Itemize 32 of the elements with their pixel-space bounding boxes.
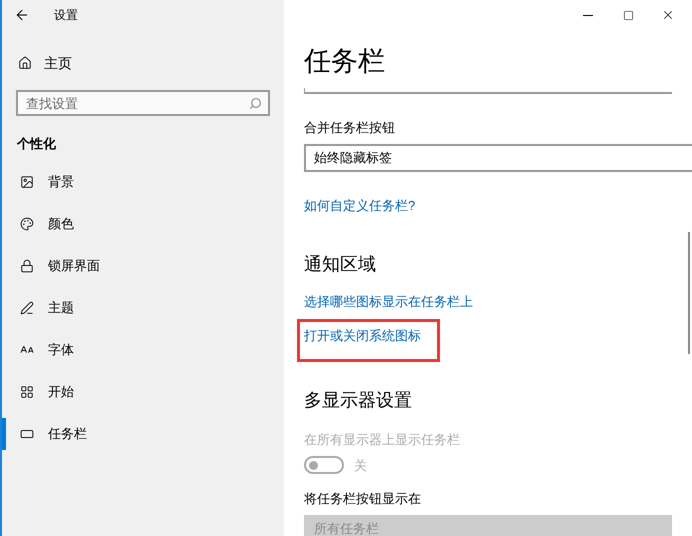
settings-link[interactable]: 打开或关闭系统图标 (300, 322, 437, 359)
sidebar-item[interactable]: 颜色 (2, 208, 284, 240)
sidebar-item[interactable]: 开始 (2, 376, 284, 408)
grid-icon (20, 385, 34, 399)
lock-screen-icon (20, 259, 34, 273)
home-icon (18, 56, 32, 70)
search-icon[interactable] (249, 97, 262, 110)
page-title: 任务栏 (304, 45, 386, 78)
image-icon (20, 175, 34, 189)
field-label: 合并任务栏按钮 (304, 119, 396, 137)
minimize-icon (583, 14, 593, 16)
section-heading: 通知区域 (304, 253, 377, 276)
sidebar-item[interactable]: 锁屏界面 (2, 250, 284, 282)
section-heading: 多显示器设置 (304, 389, 413, 412)
scrollbar[interactable] (688, 232, 690, 354)
toggle-state: 关 (354, 456, 367, 474)
sidebar-item[interactable]: 主题 (2, 292, 284, 324)
dropdown[interactable]: 始终隐藏标签 (304, 144, 692, 172)
search-field[interactable]: 查找设置 (16, 90, 270, 116)
section-heading: 个性化 (17, 135, 57, 153)
sidebar-item[interactable]: 字体 (2, 334, 284, 366)
settings-link[interactable]: 选择哪些图标显示在任务栏上 (304, 292, 473, 312)
maximize-icon (622, 10, 634, 20)
field-label: 将任务栏按钮显示在 (304, 490, 422, 508)
help-link[interactable]: 如何自定义任务栏? (304, 196, 416, 215)
pen-icon (20, 301, 34, 315)
sidebar-item[interactable]: 背景 (2, 166, 284, 198)
toggle-label: 在所有显示器上显示任务栏 (304, 431, 461, 449)
window-title: 设置 (54, 7, 78, 24)
palette-icon (20, 217, 34, 231)
home-item[interactable]: 主页 (2, 48, 284, 78)
taskbar-icon (20, 427, 34, 441)
